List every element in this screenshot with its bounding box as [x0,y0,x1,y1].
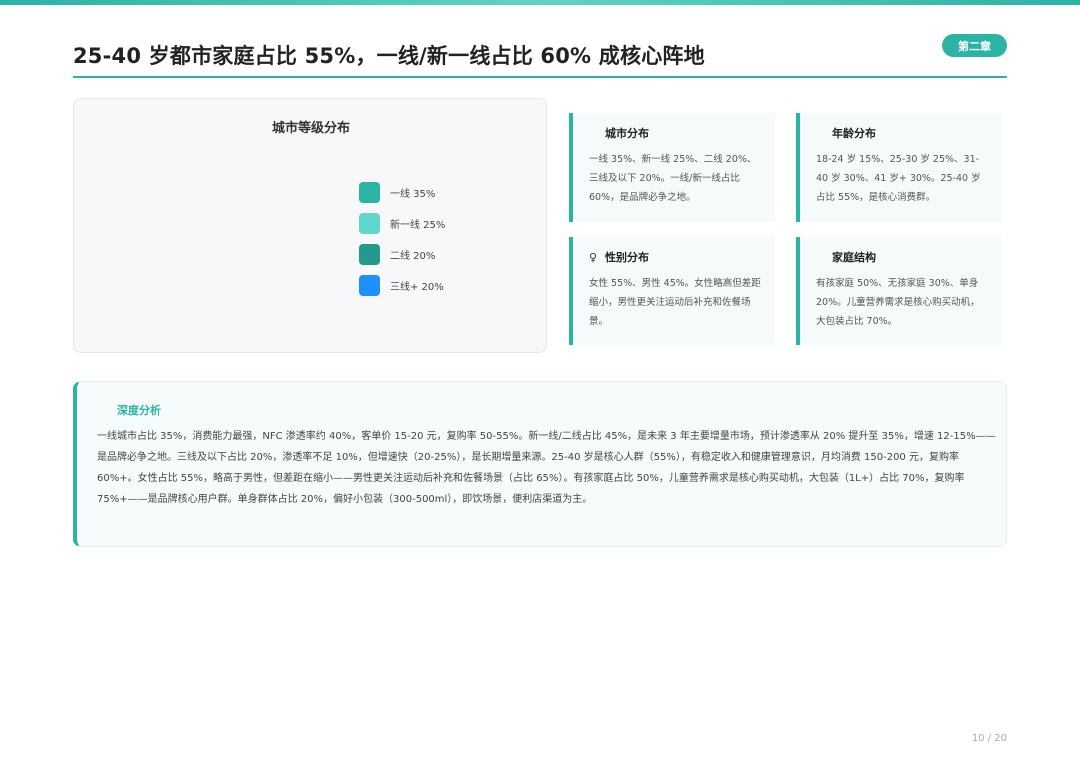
info-card-text: 女性 55%、男性 45%。女性略高但差距缩小，男性更关注运动后补充和佐餐场景。 [589,278,761,327]
info-card-age: 年龄分布 18-24 岁 15%、25-30 岁 25%、31-40 岁 30%… [796,113,1002,222]
info-card-text: 一线 35%、新一线 25%、二线 20%、三线及以下 20%。一线/新一线占比… [589,154,757,203]
legend-label: 二线 20% [390,250,436,262]
deep-analysis-panel: 深度分析 一线城市占比 35%，消费能力最强，NFC 渗透率约 40%，客单价 … [73,381,1007,547]
info-card-text: 18-24 岁 15%、25-30 岁 25%、31-40 岁 30%、41 岁… [816,154,981,203]
info-card-title: 家庭结构 [832,251,876,264]
info-card-title: 性别分布 [605,251,649,264]
female-icon: ♀ [589,250,598,264]
info-card-text: 有孩家庭 50%、无孩家庭 30%、单身 20%。儿童营养需求是核心购买动机，大… [816,278,980,327]
analysis-text: 一线城市占比 35%，消费能力最强，NFC 渗透率约 40%，客单价 15-20… [97,431,996,505]
legend-swatch [359,274,380,296]
info-card-family: 家庭结构 有孩家庭 50%、无孩家庭 30%、单身 20%。儿童营养需求是核心购… [796,237,1002,345]
legend-item-tier1[interactable]: 一线 35% [359,181,445,203]
analysis-title: 深度分析 [117,404,161,417]
info-card-title: 城市分布 [605,127,649,140]
info-card-header: ♀ 性别分布 [589,249,761,265]
info-card-title: 年龄分布 [832,127,876,140]
info-card-header: 家庭结构 [816,249,988,265]
info-card-header: 年龄分布 [816,125,988,141]
legend-label: 三线+ 20% [390,281,444,293]
legend-swatch [359,212,380,234]
legend-item-tier3-plus[interactable]: 三线+ 20% [359,274,445,296]
top-accent-bar [0,0,1080,5]
legend-swatch [359,181,380,203]
legend-swatch [359,243,380,265]
legend-item-new-tier1[interactable]: 新一线 25% [359,212,445,234]
info-card-city: 城市分布 一线 35%、新一线 25%、二线 20%、三线及以下 20%。一线/… [569,113,775,222]
page-title: 25-40 岁都市家庭占比 55%，一线/新一线占比 60% 成核心阵地 [73,44,705,68]
chapter-badge: 第二章 [942,34,1007,57]
city-tier-chart-card: 城市等级分布 一线 35% 新一线 25% 二线 20% 三线+ 20% [73,98,547,353]
page-number: 10 / 20 [971,733,1007,744]
legend-label: 一线 35% [390,188,436,200]
info-card-header: 城市分布 [589,125,761,141]
chart-title: 城市等级分布 [271,121,350,136]
legend-item-tier2[interactable]: 二线 20% [359,243,445,265]
title-divider [73,76,1007,78]
info-card-gender: ♀ 性别分布 女性 55%、男性 45%。女性略高但差距缩小，男性更关注运动后补… [569,237,775,345]
legend-label: 新一线 25% [390,219,446,231]
chart-legend: 一线 35% 新一线 25% 二线 20% 三线+ 20% [359,181,445,305]
